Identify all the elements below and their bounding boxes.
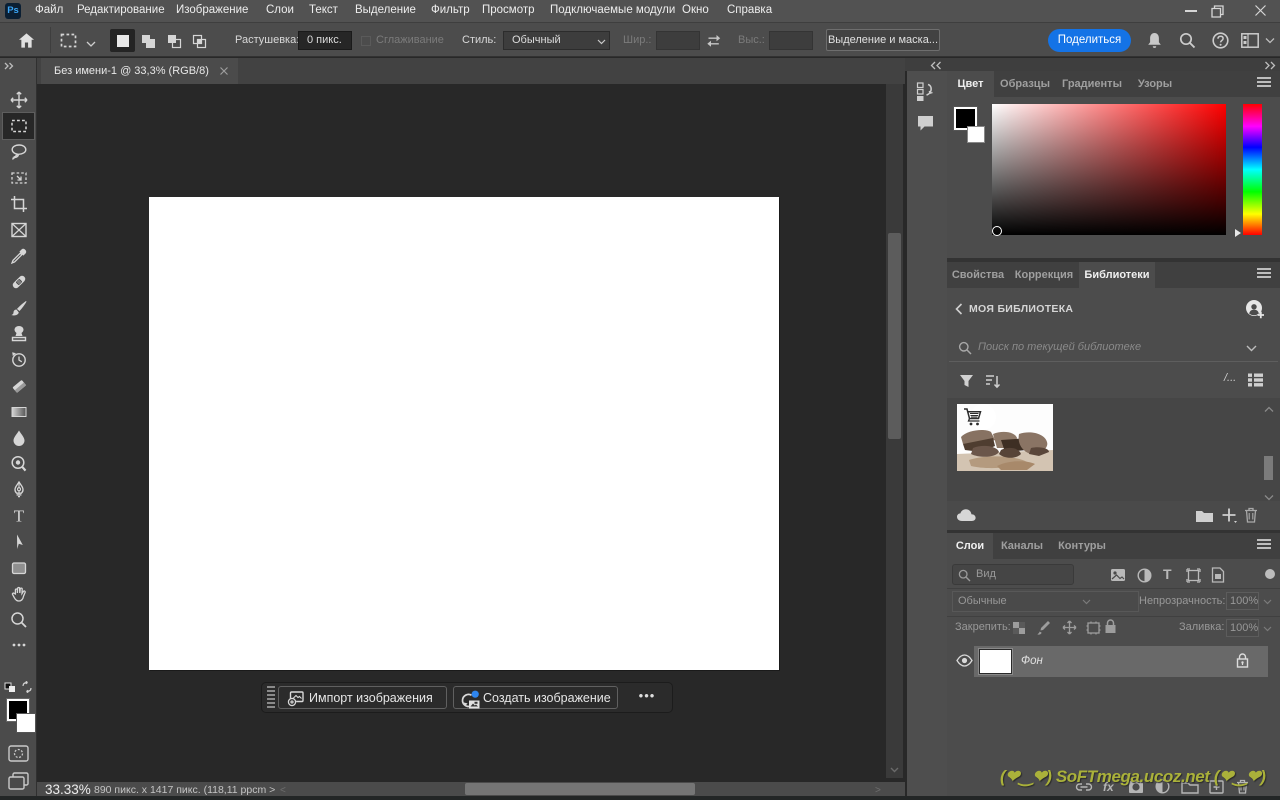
svg-text:T: T [13, 507, 24, 525]
